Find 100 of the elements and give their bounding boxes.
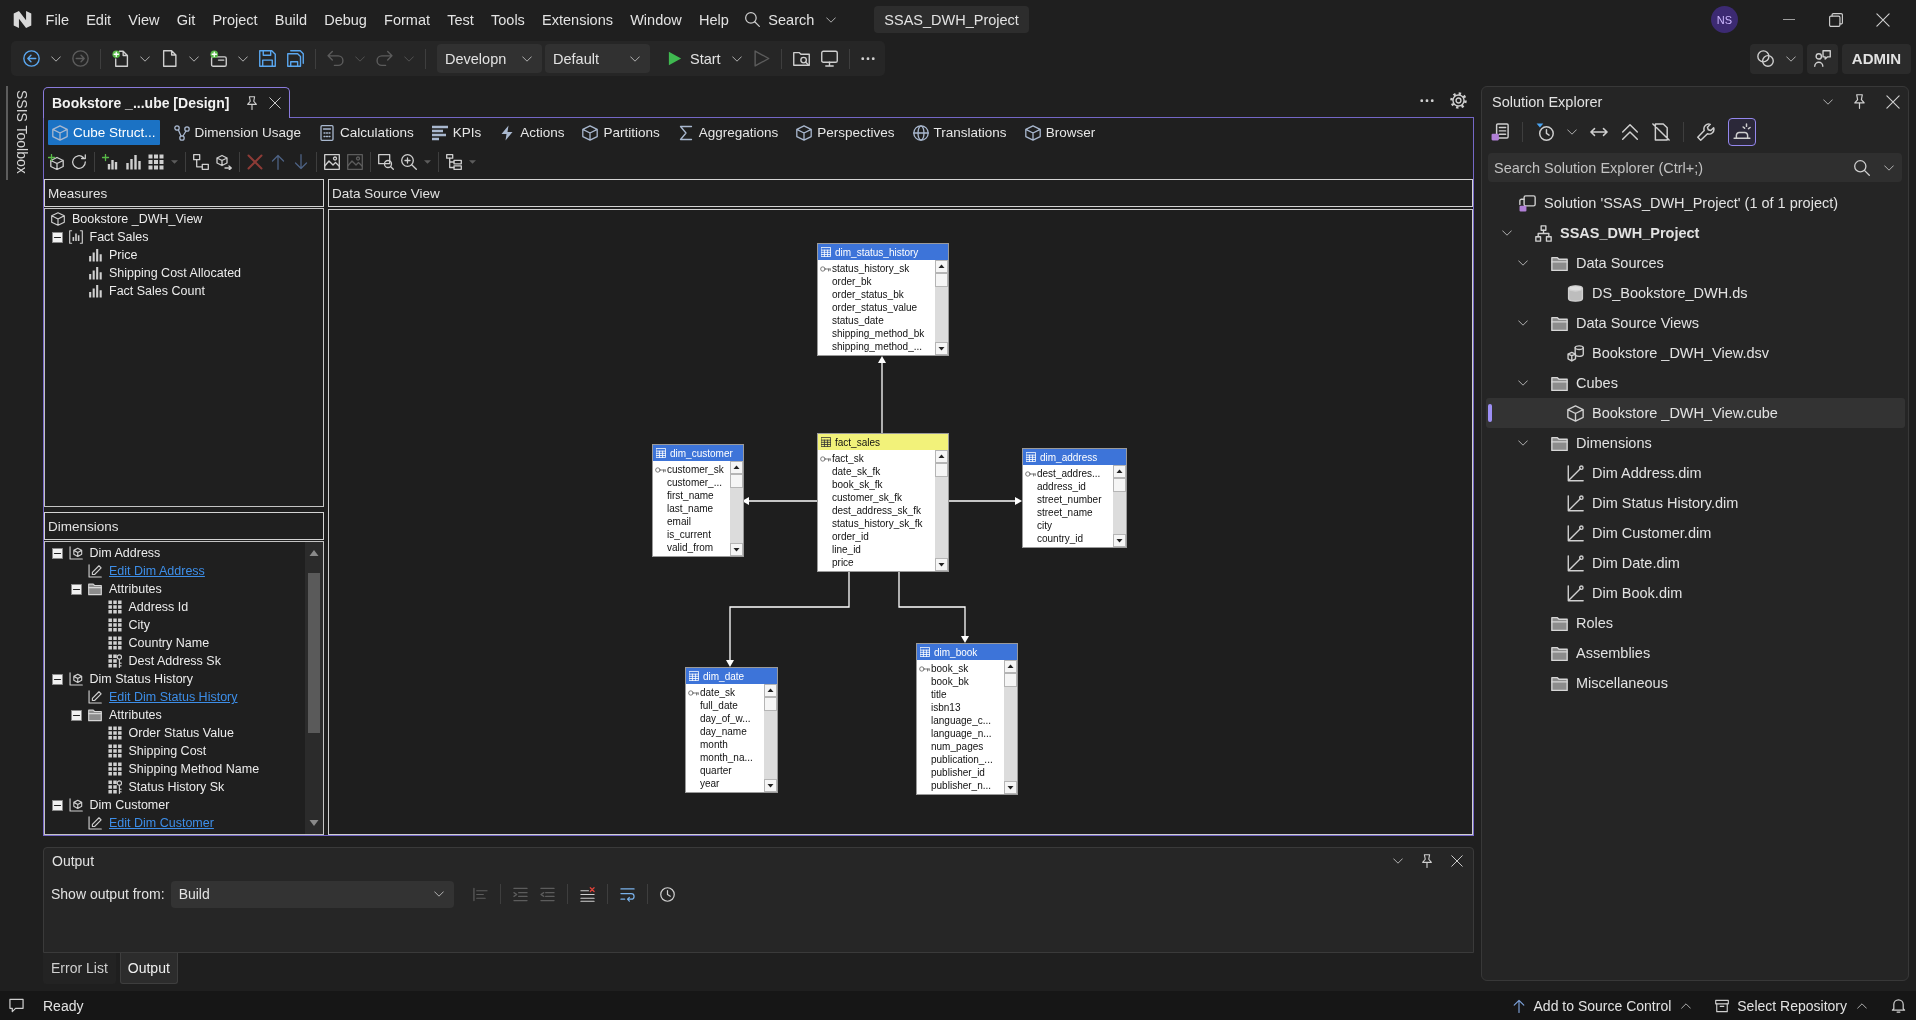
minimize-icon[interactable] (1782, 18, 1795, 21)
double-chevron-up-icon[interactable] (1621, 123, 1639, 141)
tree-item[interactable]: Cubes (1486, 368, 1905, 398)
restore-icon[interactable] (1828, 12, 1843, 27)
panel-tab[interactable]: Output (119, 953, 178, 984)
menu-item[interactable]: Project (203, 7, 267, 32)
search-icon[interactable] (1854, 159, 1870, 176)
output-source-dropdown[interactable]: Build (170, 880, 454, 908)
menu-item[interactable]: Git (168, 7, 204, 32)
menu-item[interactable]: Edit (77, 7, 120, 32)
diagram-icon[interactable] (193, 154, 209, 170)
menu-item[interactable]: Help (690, 7, 738, 32)
tree-item[interactable]: Fact Sales Count (108, 283, 206, 299)
feedback-button[interactable] (1806, 43, 1838, 74)
table-node[interactable]: dim_book book_sk book_bk title isbn13 language_c... language_n... num_pages publication_... publisher_id publisher_n... (916, 643, 1018, 795)
clear-list-icon[interactable] (579, 886, 595, 902)
table-node[interactable]: dim_address dest_addres... address_id street_number street_name city country_id (1022, 448, 1127, 548)
tree-item[interactable]: Miscellaneous (1486, 668, 1905, 698)
search-field[interactable]: Search Solution Explorer (Ctrl+;) (1488, 153, 1902, 182)
scrollbar[interactable] (1004, 660, 1017, 794)
tree-item[interactable]: Bookstore _DWH_View.cube (1486, 398, 1905, 428)
search-button[interactable]: Search (741, 4, 841, 35)
tree-item[interactable]: City (127, 617, 152, 633)
back-icon[interactable] (23, 50, 40, 67)
grid-icon[interactable] (148, 154, 164, 170)
scrollbar[interactable] (730, 461, 743, 556)
save-icon[interactable] (259, 50, 276, 67)
pin-icon[interactable] (1852, 94, 1867, 109)
tree-item[interactable]: Solution 'SSAS_DWH_Project' (1 of 1 project) (1486, 188, 1905, 218)
designer-tab[interactable]: Cube Struct... (48, 120, 160, 145)
assistant-button[interactable] (1749, 43, 1803, 74)
designer-tab[interactable]: Translations (908, 120, 1011, 145)
tree-item[interactable]: Fact Sales (88, 229, 150, 245)
pin-icon[interactable] (1420, 854, 1434, 868)
tree-layout-icon[interactable] (446, 154, 462, 170)
tree-item[interactable]: Dest Address Sk (127, 653, 222, 669)
wrap-arrow-icon[interactable] (619, 886, 635, 902)
tree-item[interactable]: Order Status Value (127, 725, 235, 741)
designer-tab[interactable]: Actions (495, 120, 569, 145)
tree-item[interactable]: Status History Sk (127, 779, 226, 795)
close-icon[interactable] (269, 97, 282, 109)
menu-item[interactable]: Tools (482, 7, 534, 32)
new-document-icon[interactable] (112, 50, 129, 67)
designer-tab[interactable]: Perspectives (792, 120, 899, 145)
menu-item[interactable]: View (119, 7, 169, 32)
account-avatar[interactable]: NS (1711, 6, 1738, 33)
designer-tab[interactable]: Partitions (578, 120, 664, 145)
tree-item[interactable]: Bookstore _DWH_View.dsv (1486, 338, 1905, 368)
table-node[interactable]: fact_sales fact_sk date_sk_fk book_sk_fk customer_sk_fk dest_address_sk_fk status_history_sk_fk order_id line_id price (817, 433, 949, 572)
wrench-icon[interactable] (1697, 123, 1715, 141)
save-all-icon[interactable] (287, 50, 304, 67)
scrollbar[interactable] (935, 450, 948, 571)
tree-item[interactable]: SSAS_DWH_Project (1486, 218, 1905, 248)
zoom-icon[interactable] (401, 154, 417, 170)
menu-item[interactable]: File (37, 7, 78, 32)
edit-link[interactable]: Edit Dim Status History (108, 689, 239, 705)
edit-link[interactable]: Edit Dim Customer (108, 815, 215, 831)
tree-item[interactable]: Attributes (108, 581, 163, 597)
tree-item[interactable]: Data Source Views (1486, 308, 1905, 338)
document-icon[interactable] (161, 50, 178, 67)
tree-item[interactable]: Attributes (108, 707, 163, 723)
table-node[interactable]: dim_status_history status_history_sk order_bk order_status_bk order_status_value status_date shipping_method_bk shipping_method_... (817, 243, 949, 356)
menu-item[interactable]: Format (375, 7, 439, 32)
scrollbar[interactable] (1113, 465, 1126, 547)
repository-button[interactable]: Select Repository (1715, 997, 1867, 1014)
tree-item[interactable]: Dim Address (88, 545, 162, 561)
designer-tab[interactable]: Aggregations (673, 120, 783, 145)
tree-item[interactable]: Shipping Cost Allocated (108, 265, 243, 281)
scrollbar[interactable] (764, 684, 777, 792)
minus-box-icon[interactable] (51, 547, 63, 559)
new-window-icon[interactable] (210, 50, 227, 67)
account-button[interactable]: ADMIN (1841, 43, 1911, 74)
scrollbar[interactable] (935, 260, 948, 355)
more-icon[interactable] (860, 56, 875, 61)
bar-chart-icon[interactable] (125, 154, 141, 170)
tree-item[interactable]: Dim Address.dim (1486, 458, 1905, 488)
panel-tab[interactable]: Error List (43, 953, 116, 984)
tree-item[interactable]: DS_Bookstore_DWH.ds (1486, 278, 1905, 308)
tree-item[interactable]: Shipping Method Name (127, 761, 261, 777)
designer-tab[interactable]: Browser (1020, 120, 1100, 145)
minus-box-icon[interactable] (51, 673, 63, 685)
cube-arrow-icon[interactable] (216, 154, 232, 170)
source-control-button[interactable]: Add to Source Control (1511, 997, 1692, 1014)
tree-item[interactable]: Dim Status History.dim (1486, 488, 1905, 518)
minus-box-icon[interactable] (51, 799, 63, 811)
minus-box-icon[interactable] (51, 231, 63, 243)
monitor-icon[interactable] (820, 50, 838, 67)
more-icon[interactable] (1420, 98, 1434, 103)
edit-link[interactable]: Edit Dim Address (108, 563, 206, 579)
zoom-window-icon[interactable] (378, 154, 394, 170)
tree-item[interactable]: Dim Status History (88, 671, 194, 687)
tray-sparkle-icon[interactable] (1728, 118, 1756, 146)
tree-item[interactable]: Dim Customer (88, 797, 171, 813)
tree-item[interactable]: Assemblies (1486, 638, 1905, 668)
table-node[interactable]: dim_date date_sk full_date day_of_w... day_name month month_na... quarter year (685, 667, 778, 793)
tree-item[interactable]: Dimensions (1486, 428, 1905, 458)
tree-item[interactable]: Roles (1486, 608, 1905, 638)
table-node[interactable]: dim_customer customer_sk customer_... first_name last_name email is_current valid_from (652, 444, 744, 557)
clock-icon[interactable] (659, 886, 675, 902)
designer-tab[interactable]: KPIs (427, 120, 486, 145)
